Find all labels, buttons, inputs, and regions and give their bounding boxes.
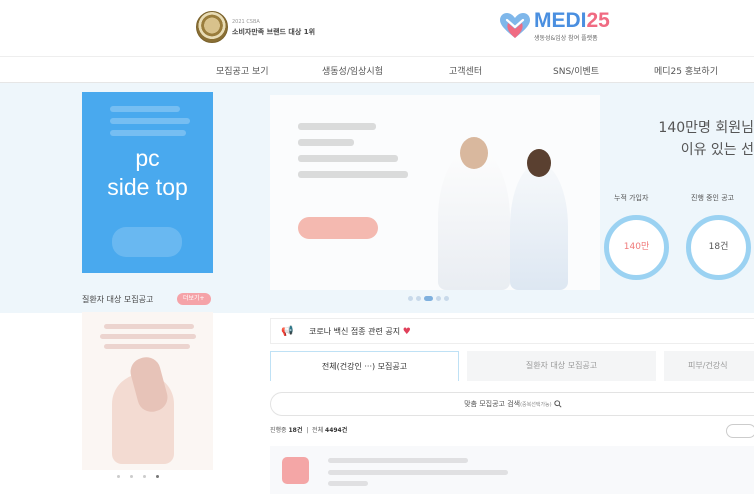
- nav-item-clinical-trials[interactable]: 생동성/임상시험: [322, 64, 383, 77]
- stat-ring-members: 140만: [604, 215, 669, 280]
- carousel-dot[interactable]: [416, 296, 421, 301]
- tab-all-recruitment[interactable]: 전체(건강인 ···) 모집공고: [270, 351, 459, 381]
- total-count: 4494건: [325, 427, 348, 434]
- carousel-dot[interactable]: [444, 296, 449, 301]
- carousel-dot[interactable]: [143, 475, 146, 478]
- award-title: 소비자만족 브랜드 대상 1위: [232, 28, 316, 36]
- main-nav: 모집공고 보기 생동성/임상시험 고객센터 SNS/이벤트 메디25 홍보하기: [0, 56, 754, 83]
- ad-blur-line: [110, 130, 186, 136]
- side-recruitment-card[interactable]: [82, 312, 213, 470]
- ad-blur-shape: [112, 227, 182, 257]
- carousel-dot[interactable]: [130, 475, 133, 478]
- site-logo[interactable]: MEDI25 생동성&임상 참여 플랫폼: [500, 10, 610, 42]
- carousel-dot-active[interactable]: [156, 475, 159, 478]
- nav-item-promote[interactable]: 메디25 홍보하기: [654, 64, 718, 77]
- carousel-dot[interactable]: [117, 475, 120, 478]
- search-label-wrap: 맞춤 모집공고 검색(중복선택가능): [271, 399, 754, 409]
- side-section-title: 질환자 대상 모집공고: [82, 295, 154, 304]
- award-text: 2021 CSBA 소비자만족 브랜드 대상 1위: [232, 17, 315, 37]
- banner-blur-line: [298, 171, 408, 178]
- hero-banner[interactable]: [270, 95, 600, 290]
- carousel-dot[interactable]: [436, 296, 441, 301]
- list-blur-line: [328, 481, 368, 486]
- tab-patient-recruitment[interactable]: 질환자 대상 모집공고: [467, 351, 656, 381]
- card-blur-line: [104, 344, 190, 349]
- notice-text: 코로나 백신 접종 관련 공지 ♥: [309, 326, 411, 337]
- search-label: 맞춤 모집공고 검색: [464, 400, 521, 408]
- banner-nurse-image: [510, 149, 568, 290]
- list-blur-line: [328, 470, 508, 475]
- ad-label-line-2: side top: [107, 174, 188, 200]
- banner-blur-line: [298, 123, 376, 130]
- banner-blur-line: [298, 139, 354, 146]
- logo-name: MEDI25: [534, 10, 610, 32]
- carousel-dot-active[interactable]: [424, 296, 433, 301]
- ad-blur-line: [110, 106, 180, 112]
- logo-name-main: MEDI: [534, 9, 587, 32]
- card-blur-line: [100, 334, 196, 339]
- side-more-badge[interactable]: 더보기+: [177, 293, 211, 305]
- side-top-ad[interactable]: pc side top: [82, 92, 213, 273]
- nav-item-recruitment[interactable]: 모집공고 보기: [216, 64, 269, 77]
- nav-item-sns-events[interactable]: SNS/이벤트: [553, 64, 599, 77]
- side-carousel-dots: [117, 475, 159, 478]
- notice-label: 코로나 백신 접종 관련 공지: [309, 327, 401, 336]
- logo-tagline: 생동성&임상 참여 플랫폼: [534, 35, 598, 42]
- list-item[interactable]: [270, 446, 754, 494]
- ongoing-label: 진행중: [270, 427, 287, 434]
- total-label: 전체: [312, 427, 324, 434]
- custom-search-button[interactable]: 맞춤 모집공고 검색(중복선택가능): [270, 392, 754, 416]
- megaphone-icon: 📢: [281, 326, 294, 337]
- search-icon: [554, 400, 562, 408]
- ongoing-count: 18건: [288, 427, 303, 434]
- carousel-dot[interactable]: [408, 296, 413, 301]
- tab-skin-health[interactable]: 피부/건강식: [664, 351, 754, 381]
- ad-label-line-1: pc: [135, 145, 160, 171]
- hero-title-line-1: 140만명 회원님: [658, 120, 754, 136]
- stat-label-members: 누적 가입자: [614, 194, 649, 202]
- heart-icon: ♥: [402, 327, 411, 337]
- search-hint: (중복선택가능): [520, 402, 552, 408]
- ad-blur-line: [110, 118, 190, 124]
- stat-label-active: 진행 중인 공고: [691, 194, 735, 202]
- banner-cta-button[interactable]: [298, 217, 378, 239]
- banner-blur-line: [298, 155, 398, 162]
- list-item-thumbnail: [282, 457, 309, 484]
- notice-bar[interactable]: 📢 코로나 백신 접종 관련 공지 ♥: [270, 318, 754, 344]
- filter-toggle[interactable]: [726, 424, 754, 438]
- count-separator: |: [306, 427, 309, 434]
- card-blur-line: [104, 324, 194, 329]
- award-year: 2021 CSBA: [232, 19, 260, 25]
- header: 2021 CSBA 소비자만족 브랜드 대상 1위 MEDI25 생동성&임상 …: [0, 0, 754, 56]
- list-blur-line: [328, 458, 468, 463]
- award-badge: 2021 CSBA 소비자만족 브랜드 대상 1위: [196, 11, 315, 43]
- banner-doctor-image: [438, 137, 510, 290]
- nav-item-customer-center[interactable]: 고객센터: [449, 64, 482, 77]
- side-top-ad-label: pc side top: [82, 144, 213, 202]
- hero-title: 140만명 회원님 이유 있는 선: [600, 117, 754, 161]
- award-seal-icon: [196, 11, 228, 43]
- banner-carousel-dots: [408, 296, 449, 301]
- doctor-head: [460, 137, 488, 169]
- heart-logo-icon: [500, 13, 530, 38]
- nurse-head: [527, 149, 551, 177]
- recruitment-count: 진행중 18건 | 전체 4494건: [270, 425, 347, 434]
- hero-title-line-2: 이유 있는 선: [680, 142, 754, 158]
- stat-ring-active: 18건: [686, 215, 751, 280]
- logo-name-number: 25: [586, 9, 610, 32]
